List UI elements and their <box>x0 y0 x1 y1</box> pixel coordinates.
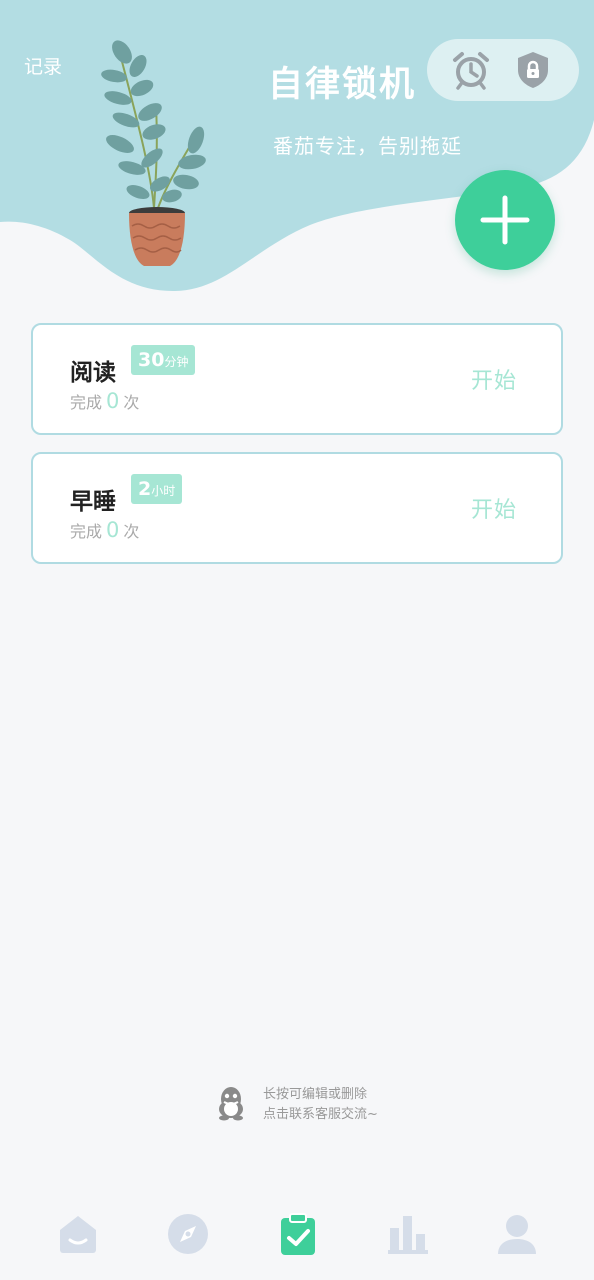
start-button[interactable]: 开始 <box>471 363 517 395</box>
completion-stats: 完成 0 次 <box>70 518 139 542</box>
home-icon[interactable] <box>56 1212 100 1256</box>
top-actions-pill <box>427 39 579 101</box>
app-title: 自律锁机 <box>268 65 417 105</box>
completion-count: 0 <box>106 518 120 542</box>
plant-illustration <box>101 40 206 266</box>
duration-badge: 30分钟 <box>131 345 196 375</box>
completion-suffix: 次 <box>123 522 140 541</box>
plus-icon <box>480 195 530 245</box>
completion-suffix: 次 <box>123 393 140 412</box>
duration-value: 2 <box>138 478 152 500</box>
tip-text: 长按可编辑或删除 点击联系客服交流~ <box>263 1085 378 1125</box>
duration-badge: 2小时 <box>131 474 183 504</box>
add-task-button[interactable] <box>455 170 555 270</box>
shield-lock-icon[interactable] <box>513 50 553 90</box>
clipboard-check-icon[interactable] <box>276 1212 320 1256</box>
compass-icon[interactable] <box>166 1212 210 1256</box>
completion-prefix: 完成 <box>70 522 103 541</box>
user-icon[interactable] <box>495 1212 539 1256</box>
task-name: 早睡 <box>70 489 116 515</box>
completion-count: 0 <box>106 389 120 413</box>
tip-line-edit: 长按可编辑或删除 <box>263 1087 368 1102</box>
duration-value: 30 <box>138 349 165 371</box>
record-link[interactable]: 记录 <box>24 52 62 79</box>
completion-stats: 完成 0 次 <box>70 389 139 413</box>
duration-unit: 分钟 <box>164 355 189 369</box>
task-card[interactable]: 早睡 2小时 完成 0 次 开始 <box>31 452 563 564</box>
app-subtitle: 番茄专注，告别拖延 <box>273 134 462 158</box>
start-button[interactable]: 开始 <box>471 492 517 524</box>
task-name: 阅读 <box>70 360 116 386</box>
bar-chart-icon[interactable] <box>386 1212 430 1256</box>
task-card[interactable]: 阅读 30分钟 完成 0 次 开始 <box>31 323 563 435</box>
duration-unit: 小时 <box>151 484 176 498</box>
completion-prefix: 完成 <box>70 393 103 412</box>
tip-line-contact: 点击联系客服交流~ <box>263 1107 378 1122</box>
qq-penguin-icon <box>219 1087 243 1121</box>
alarm-icon[interactable] <box>451 50 491 90</box>
